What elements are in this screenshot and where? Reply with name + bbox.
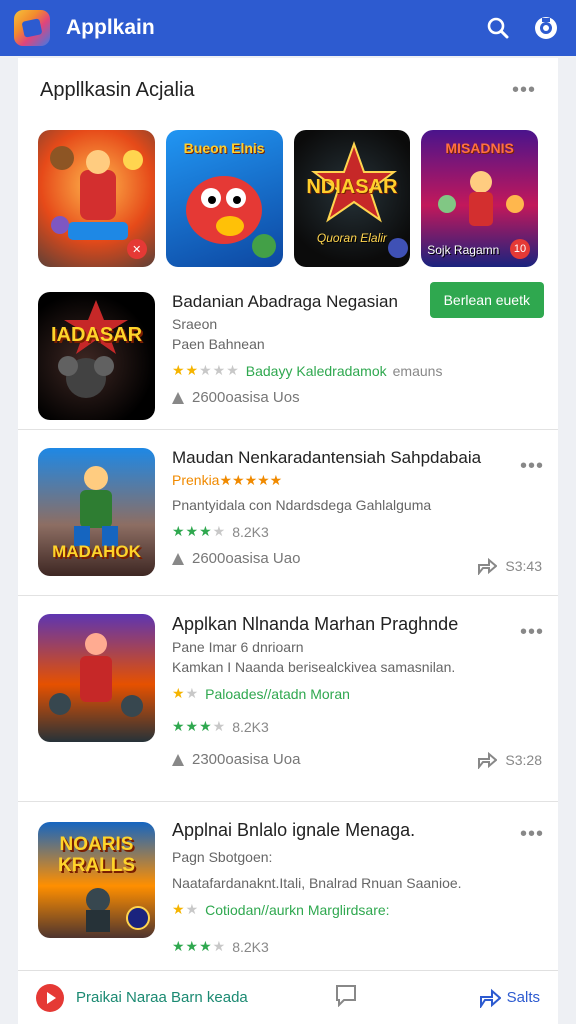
featured-carousel: ✕ Bueon Elnis NDIASAR Quoran Elalir MISA…	[18, 122, 558, 274]
app-description: Pnantyidala con Ndardsdega Gahlalguma	[172, 497, 432, 513]
download-count: 2600oasisa Uos	[192, 389, 300, 406]
rating-note: Paloades//atadn Moran	[205, 685, 350, 702]
featured-card[interactable]: NDIASAR Quoran Elalir	[293, 130, 411, 267]
app-name: Applkan Nlnanda Marhan Praghnde	[172, 614, 459, 634]
play-icon[interactable]	[36, 983, 64, 1012]
rating-extra: emauns	[392, 362, 443, 379]
app-developer: Pane Imar 6 dnrioarn	[172, 639, 304, 655]
share-icon	[479, 988, 501, 1008]
badge-icon: 10	[510, 239, 530, 259]
list-item[interactable]: Applkan Nlnanda Marhan Praghnde Pane Ima…	[18, 596, 558, 802]
list-item[interactable]: MADAHOK Maudan Nenkaradantensiah Sahpdab…	[18, 430, 558, 596]
featured-caption: Quoran Elalir	[316, 231, 387, 245]
bottom-bar: Praikai Naraa Barn keada Salts	[18, 970, 558, 1024]
app-logo	[14, 10, 50, 46]
star-icon: ★★★★	[172, 718, 227, 734]
app-bar: Applkain	[0, 0, 576, 56]
star-icon: ★★★★★	[172, 362, 240, 378]
share-button[interactable]: S3:28	[477, 751, 542, 769]
share-icon	[478, 751, 498, 769]
share-label: Salts	[506, 989, 540, 1006]
star-icon: ★★★★	[172, 938, 227, 954]
app-icon: MADAHOK	[38, 448, 155, 576]
star-icon: ★★★★	[172, 523, 227, 539]
rating-count: 8.2K3	[232, 718, 269, 735]
app-name: Applnai Bnlalo ignale Menaga.	[172, 820, 416, 840]
share-count: S3:28	[505, 752, 542, 768]
badge-icon: ✕	[126, 239, 147, 259]
app-icon-title: MADAHOK	[52, 542, 141, 561]
app-developer: Sraeon	[172, 316, 218, 332]
rating-count: 8.2K3	[232, 938, 269, 955]
more-icon[interactable]: •••	[520, 824, 544, 844]
star-icon: ★★	[172, 685, 200, 701]
featured-card[interactable]: MISADNIS Sojk Ragamn 10	[421, 130, 538, 267]
section-title: Appllkasin Acjalia	[40, 78, 195, 101]
download-icon	[172, 391, 184, 404]
download-icon	[172, 753, 184, 766]
share-button[interactable]: S3:43	[477, 557, 542, 575]
app-icon-title: NOARIS KRALLS	[57, 834, 136, 876]
app-description: Kamkan I Naanda berisealckivea samasnila…	[172, 659, 456, 675]
download-count: 2600oasisa Uao	[192, 550, 301, 567]
app-title: Applkain	[66, 16, 155, 39]
more-icon[interactable]: •••	[512, 80, 536, 100]
message-icon[interactable]	[334, 983, 358, 1012]
share-count: S3:43	[505, 558, 542, 574]
featured-card[interactable]: Bueon Elnis	[165, 130, 283, 267]
share-button[interactable]: Salts	[479, 988, 540, 1008]
rating-note: Badayy Kaledradamok	[245, 362, 387, 379]
featured-caption: Sojk Ragamn	[427, 243, 500, 257]
more-icon[interactable]: •••	[520, 622, 544, 642]
app-description: Naatafardanaknt.Itali, Bnalrad Rnuan Saa…	[172, 875, 462, 891]
featured-card[interactable]: ✕	[38, 130, 155, 267]
app-icon	[38, 614, 155, 742]
app-icon-title: IADASAR	[50, 324, 143, 346]
star-icon: ★★	[172, 901, 200, 917]
app-name: Maudan Nenkaradantensiah Sahpdabaia	[172, 448, 482, 467]
section-header: Appllkasin Acjalia •••	[18, 58, 558, 122]
rating-count: 8.2K3	[232, 523, 269, 540]
app-category: Paen Bahnean	[172, 336, 265, 352]
app-list-panel: Appllkasin Acjalia ••• ✕ Bueon Elnis NDI…	[18, 58, 558, 970]
list-item[interactable]: IADASAR Badanian Abadraga Negasian Sraeo…	[18, 274, 558, 430]
install-button[interactable]: Berlean euetk	[429, 282, 544, 318]
download-count: 2300oasisa Uoa	[192, 751, 301, 768]
rating-note: Cotiodan//aurkn Marglirdsare:	[205, 901, 390, 918]
featured-title: NDIASAR	[306, 176, 398, 198]
bottom-label[interactable]: Praikai Naraa Barn keada	[76, 989, 248, 1006]
list-item[interactable]: NOARIS KRALLS Applnai Bnlalo ignale Mena…	[18, 802, 558, 970]
share-icon	[478, 557, 498, 575]
app-developer: Prenkia★★★★★	[172, 472, 283, 488]
download-icon	[172, 552, 184, 565]
app-icon: NOARIS KRALLS	[38, 822, 155, 938]
more-icon[interactable]: •••	[520, 456, 544, 476]
camera-icon[interactable]	[530, 12, 562, 44]
app-icon: IADASAR	[38, 292, 155, 420]
app-developer: Pagn Sbotgoen:	[172, 849, 273, 865]
search-icon[interactable]	[482, 12, 514, 44]
